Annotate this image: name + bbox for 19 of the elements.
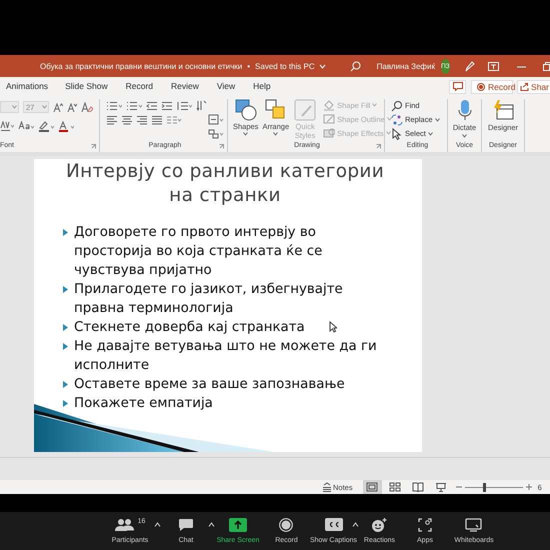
user-name: Павлина Зефиќ xyxy=(376,62,435,70)
record-button[interactable]: Record xyxy=(471,80,514,94)
document-title: Обука за практични правни вештини и основни етички xyxy=(40,62,242,70)
ribbon-tab[interactable]: Animations xyxy=(0,77,56,96)
separator-dot: • xyxy=(247,62,250,70)
bullet-text: Покажете емпатија xyxy=(74,395,213,413)
bullet-text: Договорете го првото интервју во просторија во која странката ќе се чувствува пријатно xyxy=(74,224,324,280)
ribbon-tab[interactable]: Help xyxy=(246,77,279,96)
bullet-text: Не давајте ветувања што не можете да ги исполните xyxy=(74,338,378,375)
share-button[interactable]: Shar xyxy=(517,80,550,94)
bullet-text: Стекнете доверба кај странката xyxy=(74,319,305,337)
ribbon-tab[interactable]: Review xyxy=(164,77,207,96)
slide-title: Интервју со ранливи категории на странки xyxy=(64,160,386,208)
bullet-text: Оставете време за ваше запознавање xyxy=(74,376,345,394)
bullet-text: Прилагодете го јазикот, избегнувајте правна терминологија xyxy=(74,281,344,318)
save-status[interactable]: Saved to this PC xyxy=(255,62,315,70)
ribbon-tab[interactable]: Slide Show xyxy=(58,77,116,96)
ribbon-tab[interactable]: Record xyxy=(118,77,161,96)
ribbon-tab[interactable]: View xyxy=(210,77,244,96)
